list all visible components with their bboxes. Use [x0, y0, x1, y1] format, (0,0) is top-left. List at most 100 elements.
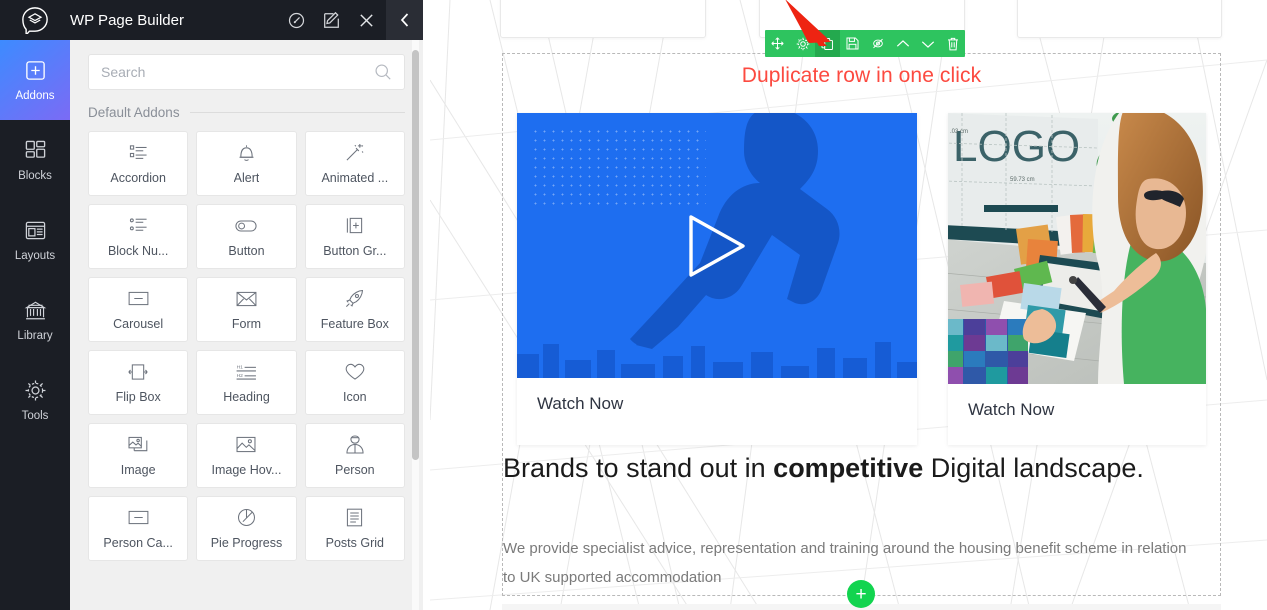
addon-heading[interactable]: H1 H2 Heading: [196, 350, 297, 415]
headline-text: Brands to stand out in competitive Digit…: [503, 452, 1221, 484]
sidebar-item-label: Blocks: [18, 169, 52, 182]
previous-card-3: [1017, 0, 1222, 38]
bell-icon: [238, 143, 255, 163]
library-bank-icon: [24, 299, 47, 323]
toggle-button-icon: [235, 216, 258, 236]
flip-box-icon: [128, 362, 148, 382]
addon-label: Block Nu...: [107, 243, 169, 258]
hide-row-icon[interactable]: [865, 30, 890, 57]
photo-thumbnail[interactable]: LOGO .03 cm 59.73 cm: [948, 113, 1206, 384]
city-skyline: [517, 342, 917, 378]
search-input[interactable]: [101, 64, 374, 80]
magic-wand-icon: [345, 143, 364, 163]
blocks-grid-icon: [24, 139, 47, 163]
button-group-icon: [345, 216, 364, 236]
addon-label: Heading: [223, 389, 270, 404]
speedometer-icon[interactable]: [288, 12, 305, 29]
carousel-icon: [128, 289, 149, 309]
sidebar-item-tools[interactable]: Tools: [0, 360, 70, 440]
panel-rail: Addons Blocks Layouts Library Tools: [0, 40, 70, 610]
addon-image-hover[interactable]: Image Hov...: [196, 423, 297, 488]
close-icon[interactable]: [358, 12, 375, 29]
sidebar-item-layouts[interactable]: Layouts: [0, 200, 70, 280]
annotation-arrow-icon: [775, 0, 845, 53]
photo-card[interactable]: LOGO .03 cm 59.73 cm Watch Now: [948, 113, 1206, 445]
add-row-button[interactable]: +: [847, 580, 875, 608]
addon-button-group[interactable]: Button Gr...: [304, 204, 405, 269]
panel-scrollbar[interactable]: [412, 50, 419, 460]
addon-label: Pie Progress: [210, 535, 283, 550]
heart-icon: [345, 362, 365, 382]
svg-text:H2: H2: [237, 373, 244, 379]
addon-block-number[interactable]: Block Nu...: [88, 204, 189, 269]
sidebar-item-library[interactable]: Library: [0, 280, 70, 360]
addon-grid: Accordion Alert Animated ... Block Nu...…: [70, 120, 423, 579]
images-stack-icon: [128, 435, 148, 455]
addon-label: Accordion: [110, 170, 166, 185]
search-area: [70, 40, 423, 90]
addon-flip-box[interactable]: Flip Box: [88, 350, 189, 415]
heading-h1-h2-icon: H1 H2: [236, 362, 257, 382]
addon-button[interactable]: Button: [196, 204, 297, 269]
collapse-panel-button[interactable]: [386, 0, 423, 40]
numbered-list-icon: [129, 216, 148, 236]
addon-image[interactable]: Image: [88, 423, 189, 488]
section-header: Default Addons: [70, 90, 423, 120]
wp-page-builder-panel: WP Page Builder Addons Blocks Layouts Li…: [0, 0, 423, 610]
photo-card-caption: Watch Now: [968, 400, 1055, 419]
addon-alert[interactable]: Alert: [196, 131, 297, 196]
addon-label: Image: [120, 462, 156, 477]
search-box[interactable]: [88, 54, 405, 90]
addon-carousel[interactable]: Carousel: [88, 277, 189, 342]
designer-photo: LOGO .03 cm 59.73 cm: [948, 113, 1206, 384]
headline-bold: competitive: [773, 453, 924, 483]
previous-card-1: [500, 0, 706, 38]
page-builder-screen: Duplicate row in one click Watch Now LOG…: [0, 0, 1267, 610]
video-thumbnail[interactable]: [517, 113, 917, 378]
image-icon: [236, 435, 256, 455]
panel-body: Addons Blocks Layouts Library Tools Sear…: [0, 40, 423, 610]
edit-icon[interactable]: [323, 11, 340, 29]
panel-title: WP Page Builder: [70, 11, 184, 29]
play-triangle-icon[interactable]: [687, 213, 747, 279]
addon-form[interactable]: Form: [196, 277, 297, 342]
addon-label: Posts Grid: [325, 535, 384, 550]
addon-icon[interactable]: Icon: [304, 350, 405, 415]
svg-text:.03 cm: .03 cm: [950, 129, 968, 135]
gear-icon: [24, 379, 47, 403]
panel-header-actions: [288, 0, 375, 40]
move-up-icon[interactable]: [890, 30, 915, 57]
video-card-caption: Watch Now: [537, 394, 624, 413]
svg-text:H1: H1: [237, 365, 244, 371]
headline-before: Brands to stand out in: [503, 453, 774, 483]
rocket-icon: [345, 289, 364, 309]
search-icon[interactable]: [374, 63, 392, 81]
move-down-icon[interactable]: [915, 30, 940, 57]
delete-row-icon[interactable]: [940, 30, 965, 57]
sidebar-item-blocks[interactable]: Blocks: [0, 120, 70, 200]
layout-icon: [24, 219, 47, 243]
addon-label: Icon: [343, 389, 367, 404]
addon-feature-box[interactable]: Feature Box: [304, 277, 405, 342]
plus-square-icon: [24, 59, 47, 83]
wp-pagebuilder-logo-icon: [0, 0, 70, 40]
section-divider: [189, 112, 405, 113]
sidebar-item-addons[interactable]: Addons: [0, 40, 70, 120]
addon-label: Carousel: [113, 316, 164, 331]
sidebar-item-label: Tools: [21, 409, 49, 422]
svg-text:59.73 cm: 59.73 cm: [1010, 177, 1035, 183]
addon-person-carousel[interactable]: Person Ca...: [88, 496, 189, 561]
addon-accordion[interactable]: Accordion: [88, 131, 189, 196]
panel-header: WP Page Builder: [0, 0, 423, 40]
addon-person[interactable]: Person: [304, 423, 405, 488]
addon-label: Image Hov...: [211, 462, 282, 477]
video-card[interactable]: Watch Now: [517, 113, 917, 445]
addon-label: Person Ca...: [103, 535, 173, 550]
addon-pie-progress[interactable]: Pie Progress: [196, 496, 297, 561]
addon-animated-text[interactable]: Animated ...: [304, 131, 405, 196]
addon-label: Feature Box: [320, 316, 389, 331]
addon-posts-grid[interactable]: Posts Grid: [304, 496, 405, 561]
sidebar-item-label: Addons: [15, 89, 55, 102]
section-title: Default Addons: [88, 105, 180, 120]
pie-progress-icon: [237, 508, 256, 528]
